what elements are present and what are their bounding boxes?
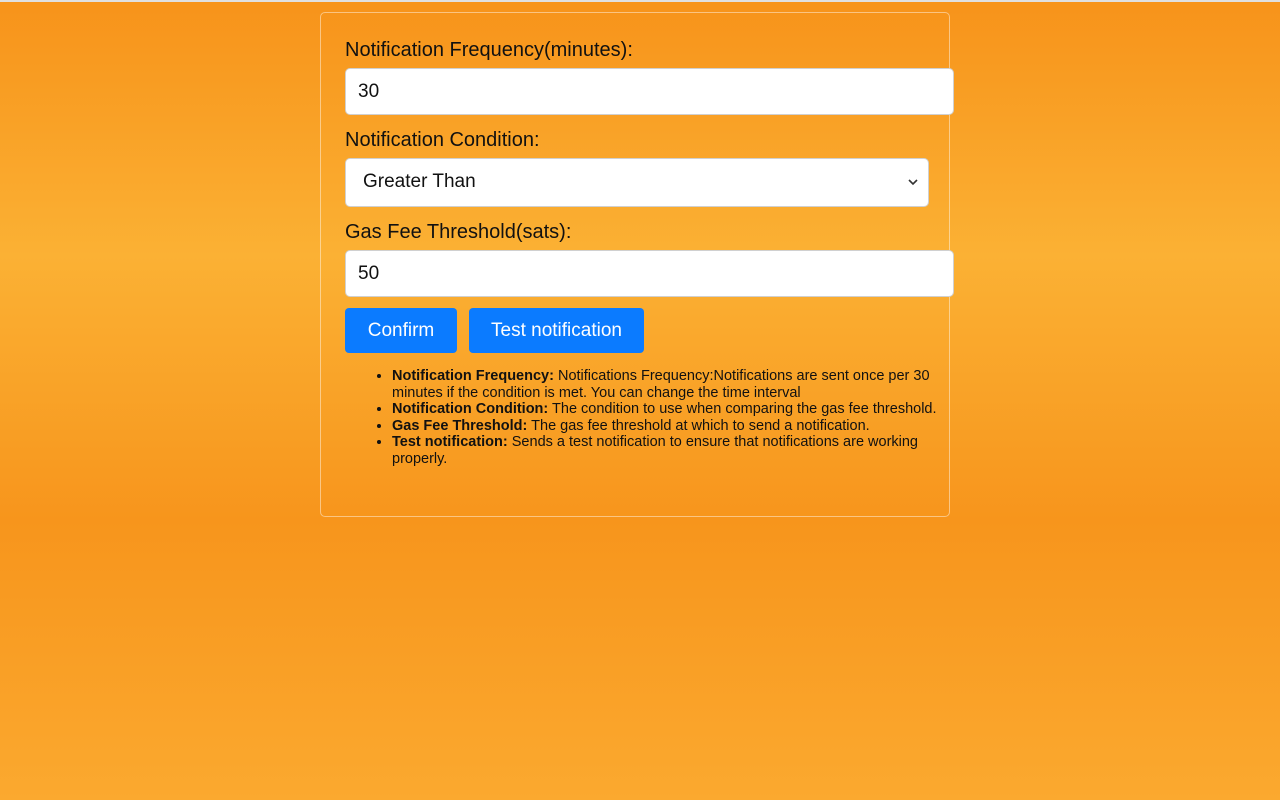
condition-label: Notification Condition: bbox=[345, 129, 540, 151]
condition-select-value: Greater Than bbox=[363, 171, 476, 192]
help-list: Notification Frequency: Notifications Fr… bbox=[368, 368, 952, 467]
help-item-frequency: Notification Frequency: Notifications Fr… bbox=[392, 368, 952, 401]
top-divider bbox=[0, 0, 1280, 2]
help-item-condition: Notification Condition: The condition to… bbox=[392, 401, 952, 418]
threshold-label: Gas Fee Threshold(sats): bbox=[345, 221, 572, 243]
test-notification-button[interactable]: Test notification bbox=[469, 308, 644, 353]
confirm-button[interactable]: Confirm bbox=[345, 308, 457, 353]
help-term: Gas Fee Threshold: bbox=[392, 417, 528, 434]
help-term: Test notification: bbox=[392, 434, 508, 450]
frequency-input[interactable]: 30 bbox=[345, 68, 954, 115]
help-item-test: Test notification: Sends a test notifica… bbox=[392, 434, 952, 467]
settings-card: Notification Frequency(minutes): 30 Noti… bbox=[320, 12, 954, 517]
frequency-label: Notification Frequency(minutes): bbox=[345, 39, 633, 61]
help-desc: The gas fee threshold at which to send a… bbox=[527, 417, 870, 434]
help-term: Notification Condition: bbox=[392, 401, 549, 417]
threshold-input[interactable]: 50 bbox=[345, 250, 954, 297]
help-desc: The condition to use when comparing the … bbox=[548, 401, 937, 417]
help-item-threshold: Gas Fee Threshold: The gas fee threshold… bbox=[392, 418, 952, 435]
help-term: Notification Frequency: bbox=[392, 368, 554, 384]
condition-select[interactable]: Greater Than bbox=[345, 158, 929, 207]
chevron-down-icon bbox=[908, 179, 918, 186]
